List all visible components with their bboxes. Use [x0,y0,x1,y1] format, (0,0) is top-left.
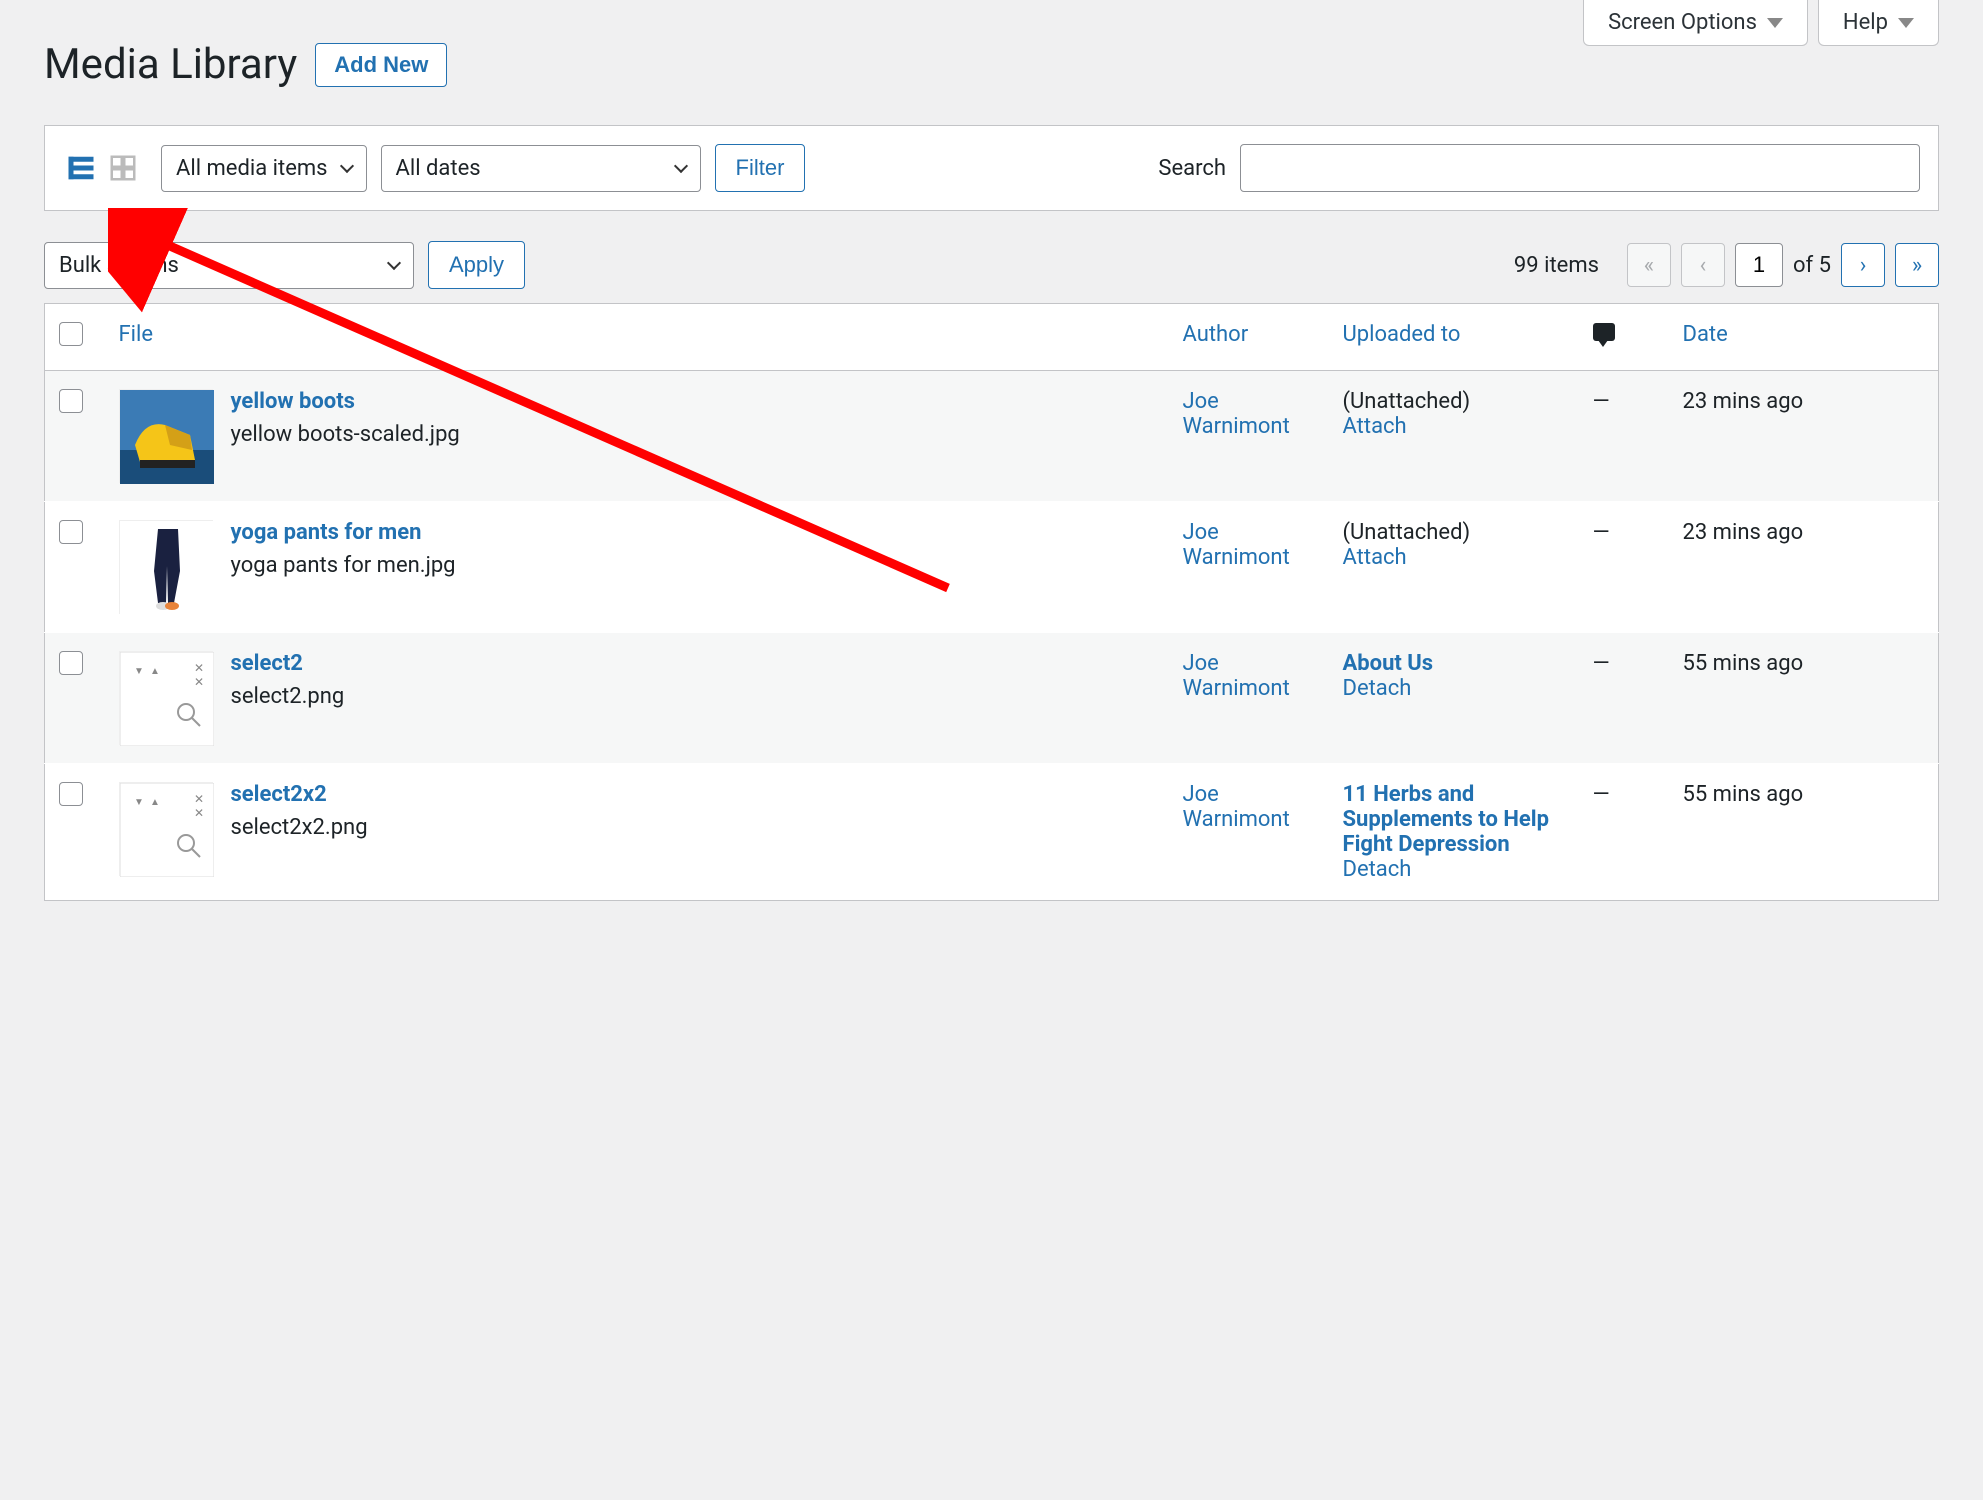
author-link[interactable]: Joe Warnimont [1183,389,1290,439]
date-text: 55 mins ago [1683,651,1804,676]
next-page-button[interactable]: › [1841,243,1885,287]
author-link[interactable]: Joe Warnimont [1183,782,1290,832]
screen-options-button[interactable]: Screen Options [1583,0,1808,46]
media-thumbnail[interactable] [119,389,213,483]
svg-text:✕: ✕ [194,661,204,675]
table-row: ▼ ▲ ✕✕ select2 select2.png Joe Warnimont A… [45,633,1939,764]
apply-button[interactable]: Apply [428,241,525,289]
col-file[interactable]: File [119,322,154,347]
search-input[interactable] [1240,144,1920,192]
media-filename: yellow boots-scaled.jpg [231,422,460,447]
detach-link[interactable]: Detach [1343,857,1412,882]
list-view-toggle[interactable] [63,150,99,186]
page-total: of 5 [1793,253,1831,278]
page-title: Media Library [44,40,297,89]
filter-bar: All media items All dates Filter Search [44,125,1939,211]
comments-count: — [1593,651,1610,676]
author-link[interactable]: Joe Warnimont [1183,651,1290,701]
date-text: 23 mins ago [1683,389,1804,414]
search-label: Search [1158,156,1226,181]
attach-link[interactable]: Attach [1343,545,1407,570]
media-title-link[interactable]: select2 [231,651,345,676]
media-thumbnail[interactable] [119,520,213,614]
uploaded-to-text: (Unattached) [1343,520,1471,545]
media-type-filter[interactable]: All media items [161,145,367,192]
media-filename: select2x2.png [231,815,368,840]
row-checkbox[interactable] [59,389,83,413]
screen-options-label: Screen Options [1608,10,1757,35]
chevron-down-icon [1898,18,1914,28]
svg-text:▲: ▲ [150,797,160,808]
media-filename: select2.png [231,684,345,709]
select-all-checkbox[interactable] [59,322,83,346]
col-author[interactable]: Author [1183,322,1249,347]
date-filter[interactable]: All dates [381,145,701,192]
media-type-label: All media items [176,156,328,181]
media-table: File Author Uploaded to Date yellow boot… [44,303,1939,901]
grid-view-toggle[interactable] [105,150,141,186]
media-title-link[interactable]: yoga pants for men [231,520,456,545]
svg-text:✕: ✕ [194,675,204,689]
first-page-button[interactable]: « [1627,243,1671,287]
svg-text:✕: ✕ [194,806,204,820]
uploaded-to-link[interactable]: About Us [1343,651,1434,676]
date-text: 23 mins ago [1683,520,1804,545]
last-page-button[interactable]: » [1895,243,1939,287]
comments-count: — [1593,389,1610,414]
media-thumbnail[interactable]: ▼ ▲ ✕✕ [119,651,213,745]
media-title-link[interactable]: select2x2 [231,782,368,807]
comments-icon[interactable] [1593,323,1615,341]
help-label: Help [1843,10,1888,35]
prev-page-button[interactable]: ‹ [1681,243,1725,287]
col-date[interactable]: Date [1683,322,1728,347]
help-button[interactable]: Help [1818,0,1939,46]
media-thumbnail[interactable]: ▼ ▲ ✕✕ [119,782,213,876]
svg-text:▼: ▼ [134,666,144,677]
svg-text:✕: ✕ [194,792,204,806]
date-filter-label: All dates [396,156,481,181]
uploaded-to-link[interactable]: 11 Herbs and Supplements to Help Fight D… [1343,782,1549,857]
row-checkbox[interactable] [59,782,83,806]
table-row: yellow boots yellow boots-scaled.jpg Joe… [45,371,1939,502]
media-filename: yoga pants for men.jpg [231,553,456,578]
chevron-down-icon [387,256,401,270]
filter-button[interactable]: Filter [715,144,806,192]
detach-link[interactable]: Detach [1343,676,1412,701]
item-count: 99 items [1514,253,1599,278]
uploaded-to-text: (Unattached) [1343,389,1471,414]
row-checkbox[interactable] [59,520,83,544]
svg-text:▲: ▲ [150,666,160,677]
author-link[interactable]: Joe Warnimont [1183,520,1290,570]
current-page-input[interactable] [1735,243,1783,287]
bulk-actions-label: Bulk actions [59,253,179,278]
chevron-down-icon [339,159,353,173]
bulk-actions-select[interactable]: Bulk actions [44,242,414,289]
table-row: yoga pants for men yoga pants for men.jp… [45,502,1939,633]
comments-count: — [1593,520,1610,545]
add-new-button[interactable]: Add New [315,43,447,87]
attach-link[interactable]: Attach [1343,414,1407,439]
media-title-link[interactable]: yellow boots [231,389,460,414]
comments-count: — [1593,782,1610,807]
svg-text:▼: ▼ [134,797,144,808]
chevron-down-icon [1767,18,1783,28]
col-uploaded[interactable]: Uploaded to [1343,322,1461,347]
chevron-down-icon [673,159,687,173]
date-text: 55 mins ago [1683,782,1804,807]
table-row: ▼ ▲ ✕✕ select2x2 select2x2.png Joe Warnimo… [45,764,1939,901]
row-checkbox[interactable] [59,651,83,675]
